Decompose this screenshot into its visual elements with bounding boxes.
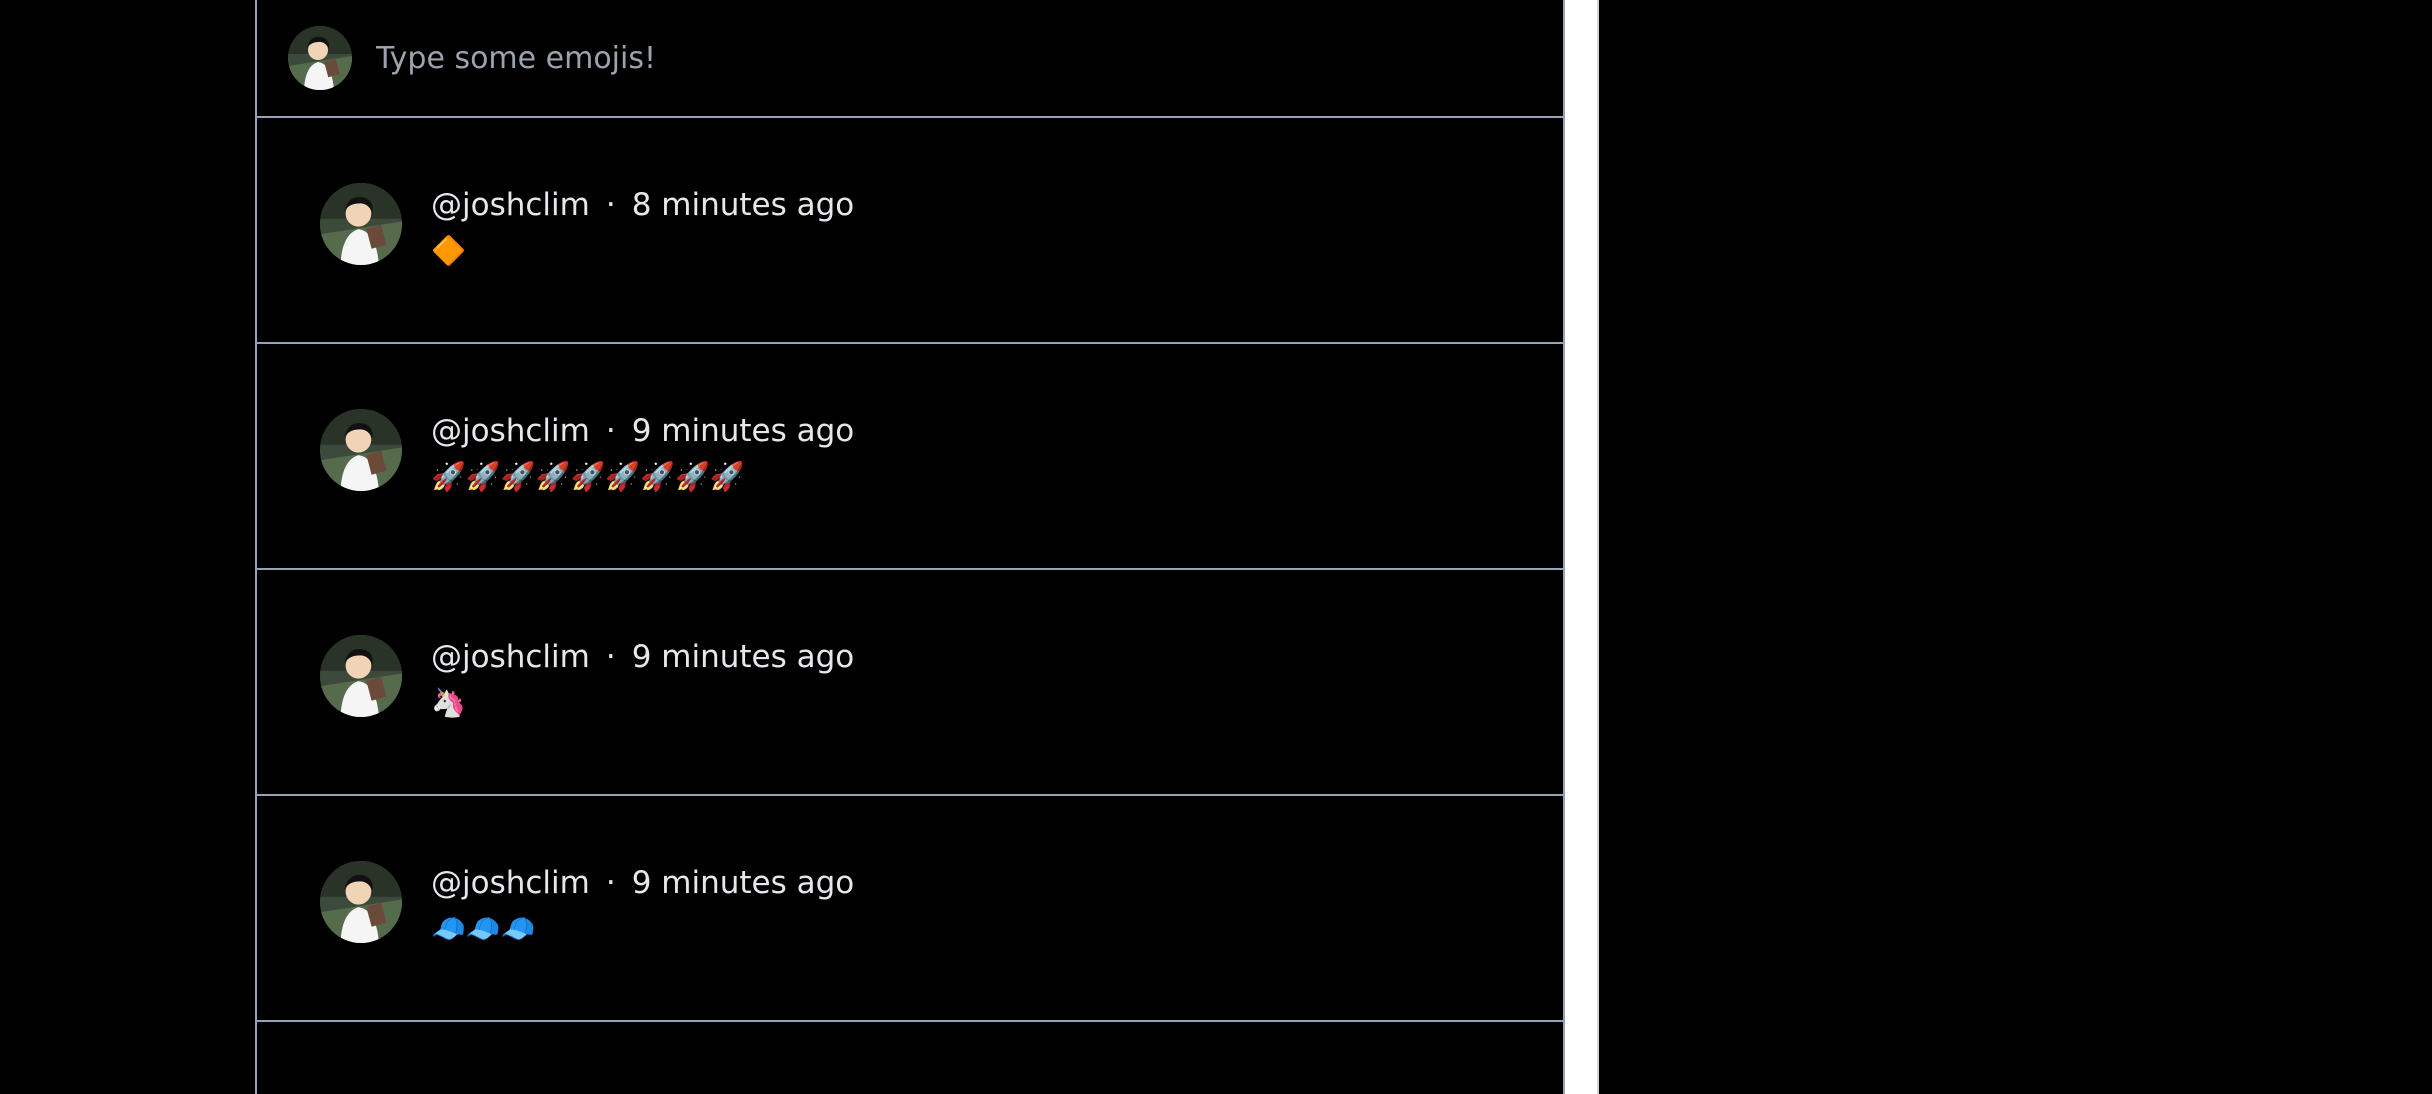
post-composer bbox=[257, 0, 1563, 118]
user-avatar[interactable] bbox=[288, 26, 352, 90]
post-item: @joshclim · 9 minutes ago 🧢🧢🧢 bbox=[257, 796, 1563, 1022]
post-author-handle[interactable]: @joshclim bbox=[431, 411, 590, 451]
scrollbar-gutter[interactable] bbox=[1565, 0, 1597, 1094]
meta-separator: · bbox=[605, 413, 616, 449]
meta-separator: · bbox=[605, 639, 616, 675]
app-page: @joshclim · 8 minutes ago 🔶 bbox=[0, 0, 2432, 1094]
post-content: 🚀🚀🚀🚀🚀🚀🚀🚀🚀 bbox=[431, 460, 745, 493]
post-author-handle[interactable]: @joshclim bbox=[431, 185, 590, 225]
avatar-image-icon bbox=[320, 861, 402, 943]
post-content: 🦄 bbox=[431, 686, 466, 719]
post-item: @joshclim · 9 minutes ago 🚀🚀🚀🚀🚀🚀🚀🚀🚀 bbox=[257, 344, 1563, 570]
meta-separator: · bbox=[605, 187, 616, 223]
post-author-avatar[interactable] bbox=[320, 409, 402, 491]
post-author-avatar[interactable] bbox=[320, 183, 402, 265]
post-timestamp[interactable]: 8 minutes ago bbox=[632, 185, 855, 225]
post-timestamp[interactable]: 9 minutes ago bbox=[632, 411, 855, 451]
post-author-avatar[interactable] bbox=[320, 635, 402, 717]
post-body: @joshclim · 9 minutes ago 🚀🚀🚀🚀🚀🚀🚀🚀🚀 bbox=[431, 411, 854, 497]
emoji-feed: @joshclim · 8 minutes ago 🔶 bbox=[255, 0, 1565, 1094]
avatar-image-icon bbox=[320, 409, 402, 491]
right-panel bbox=[1599, 0, 2432, 1094]
post-timestamp[interactable]: 9 minutes ago bbox=[632, 863, 855, 903]
post-author-handle[interactable]: @joshclim bbox=[431, 863, 590, 903]
post-meta: @joshclim · 9 minutes ago bbox=[431, 863, 854, 903]
post-author-handle[interactable]: @joshclim bbox=[431, 637, 590, 677]
meta-separator: · bbox=[605, 865, 616, 901]
post-item: @joshclim · 8 minutes ago 🔶 bbox=[257, 118, 1563, 344]
post-timestamp[interactable]: 9 minutes ago bbox=[632, 637, 855, 677]
avatar-image-icon bbox=[320, 183, 402, 265]
post-body: @joshclim · 9 minutes ago 🦄 bbox=[431, 637, 854, 723]
post-meta: @joshclim · 9 minutes ago bbox=[431, 637, 854, 677]
avatar-image-icon bbox=[288, 26, 352, 90]
post-content: 🔶 bbox=[431, 234, 466, 267]
emoji-input[interactable] bbox=[376, 28, 1476, 88]
post-body: @joshclim · 9 minutes ago 🧢🧢🧢 bbox=[431, 863, 854, 949]
post-body: @joshclim · 8 minutes ago 🔶 bbox=[431, 185, 854, 271]
avatar-image-icon bbox=[320, 635, 402, 717]
post-author-avatar[interactable] bbox=[320, 861, 402, 943]
post-content: 🧢🧢🧢 bbox=[431, 912, 536, 945]
post-meta: @joshclim · 8 minutes ago bbox=[431, 185, 854, 225]
post-meta: @joshclim · 9 minutes ago bbox=[431, 411, 854, 451]
post-item: @joshclim · 9 minutes ago 🦄 bbox=[257, 570, 1563, 796]
